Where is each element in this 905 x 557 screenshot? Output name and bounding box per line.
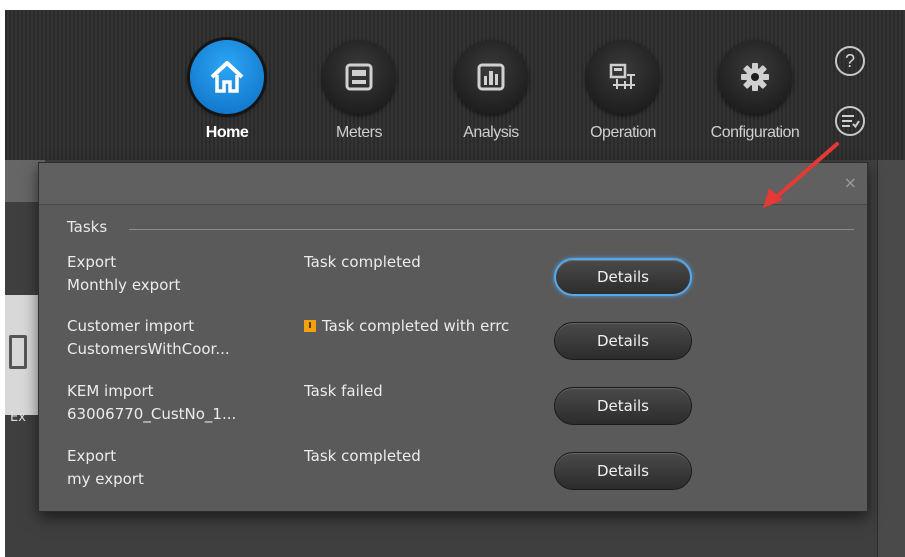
tasks-panel: × Tasks Export Monthly export Task compl… <box>38 162 868 512</box>
task-name: Export <box>67 447 117 465</box>
app-window: Home Meters Analysis Operation Configura… <box>5 10 905 557</box>
tasks-list-button[interactable] <box>835 106 865 136</box>
operation-icon <box>586 40 660 114</box>
task-status: Task completed <box>304 445 544 467</box>
nav-analysis[interactable]: Analysis <box>441 40 541 142</box>
task-name: KEM import <box>67 382 154 400</box>
right-scroll-area <box>877 160 905 557</box>
details-button[interactable]: Details <box>554 387 692 425</box>
bar-chart-icon <box>454 40 528 114</box>
task-row: KEM import 63006770_CustNo_1... Task fai… <box>67 380 847 440</box>
warning-icon <box>304 320 316 332</box>
tasks-panel-header: × <box>39 163 867 205</box>
task-name: Customer import <box>67 317 195 335</box>
gear-icon <box>718 40 792 114</box>
nav-meters-label: Meters <box>336 124 382 141</box>
meter-icon <box>322 40 396 114</box>
task-status-text: Task failed <box>304 382 383 400</box>
document-icon <box>9 335 27 369</box>
task-detail: my export <box>67 470 144 488</box>
task-list-icon <box>842 115 860 129</box>
task-status-text: Task completed <box>304 253 421 271</box>
nav-meters[interactable]: Meters <box>309 40 409 142</box>
home-icon <box>190 40 264 114</box>
details-button[interactable]: Details <box>554 258 692 296</box>
side-tile-label: Ex <box>10 410 26 425</box>
task-row: Customer import CustomersWithCoor... Tas… <box>67 315 847 375</box>
task-row: Export Monthly export Task completed Det… <box>67 251 847 311</box>
help-icon: ? <box>844 51 855 71</box>
section-divider <box>129 229 854 230</box>
task-detail: CustomersWithCoor... <box>67 340 230 358</box>
task-status: Task completed <box>304 251 544 273</box>
task-status: Task failed <box>304 380 544 402</box>
task-status-text: Task completed with errc <box>322 317 510 335</box>
nav-configuration[interactable]: Configuration <box>705 40 805 142</box>
task-detail: 63006770_CustNo_1... <box>67 405 237 423</box>
nav-operation[interactable]: Operation <box>573 40 673 142</box>
tasks-section-title: Tasks <box>67 218 108 236</box>
annotation-arrow-icon <box>763 142 839 208</box>
close-icon[interactable]: × <box>844 173 857 192</box>
details-button[interactable]: Details <box>554 322 692 360</box>
nav-analysis-label: Analysis <box>463 124 519 141</box>
task-detail: Monthly export <box>67 276 181 294</box>
task-status: Task completed with errc <box>304 315 544 337</box>
task-row: Export my export Task completed Details <box>67 445 847 505</box>
help-button[interactable]: ? <box>835 46 865 76</box>
nav-operation-label: Operation <box>590 124 656 141</box>
task-status-text: Task completed <box>304 447 421 465</box>
task-name: Export <box>67 253 117 271</box>
nav-home[interactable]: Home <box>177 40 277 142</box>
details-button[interactable]: Details <box>554 452 692 490</box>
nav-home-label: Home <box>205 124 249 141</box>
